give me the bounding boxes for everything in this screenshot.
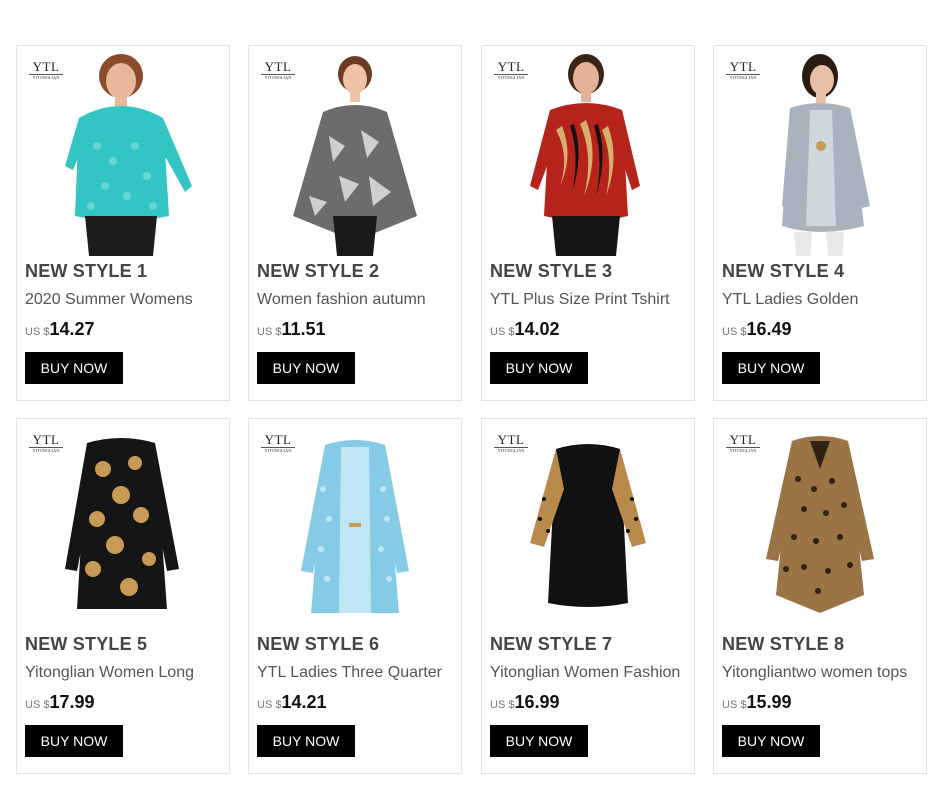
brand-logo: YTL YITONGLIAN [29, 60, 63, 80]
price-amount: 16.49 [746, 319, 792, 339]
buy-now-button[interactable]: BUY NOW [257, 725, 355, 757]
brand-logo: YTL YITONGLIAN [494, 433, 528, 453]
product-description[interactable]: YTL Plus Size Print Tshirt [490, 291, 694, 309]
brand-logo: YTL YITONGLIAN [726, 60, 760, 80]
product-price: US $14.21 [257, 692, 327, 713]
product-card[interactable]: YTL YITONGLIAN NEW STYLE 4 YTL Ladies Go… [713, 45, 927, 401]
product-price: US $14.27 [25, 319, 95, 340]
price-amount: 16.99 [514, 692, 560, 712]
product-description[interactable]: 2020 Summer Womens [25, 291, 229, 309]
brand-name: YTL [494, 60, 528, 75]
product-title[interactable]: NEW STYLE 8 [722, 634, 844, 655]
product-card[interactable]: YTL YITONGLIAN NEW STYLE 2 Women fashion… [248, 45, 462, 401]
brand-logo: YTL YITONGLIAN [29, 433, 63, 453]
product-title[interactable]: NEW STYLE 1 [25, 261, 147, 282]
price-amount: 15.99 [746, 692, 792, 712]
price-amount: 14.02 [514, 319, 560, 339]
currency-label: US $ [25, 326, 50, 338]
product-title[interactable]: NEW STYLE 4 [722, 261, 844, 282]
product-image[interactable]: YTL YITONGLIAN [482, 46, 694, 256]
product-title[interactable]: NEW STYLE 7 [490, 634, 612, 655]
product-title[interactable]: NEW STYLE 3 [490, 261, 612, 282]
product-card[interactable]: YTL YITONGLIAN NEW STYLE 8 Yitongliantwo… [713, 418, 927, 774]
currency-label: US $ [722, 326, 747, 338]
product-image[interactable]: YTL YITONGLIAN [249, 46, 461, 256]
buy-now-button[interactable]: BUY NOW [490, 352, 588, 384]
product-price: US $14.02 [490, 319, 560, 340]
product-description[interactable]: Yitonglian Women Fashion [490, 664, 694, 682]
product-image[interactable]: YTL YITONGLIAN [482, 419, 694, 629]
product-description[interactable]: Yitongliantwo women tops [722, 664, 926, 682]
brand-logo: YTL YITONGLIAN [494, 60, 528, 80]
brand-logo: YTL YITONGLIAN [261, 60, 295, 80]
buy-now-button[interactable]: BUY NOW [722, 352, 820, 384]
product-price: US $17.99 [25, 692, 95, 713]
product-card[interactable]: YTL YITONGLIAN NEW STYLE 1 2020 Summer W… [16, 45, 230, 401]
product-description[interactable]: YTL Ladies Three Quarter [257, 664, 461, 682]
product-title[interactable]: NEW STYLE 2 [257, 261, 379, 282]
price-amount: 17.99 [49, 692, 95, 712]
currency-label: US $ [722, 699, 747, 711]
brand-subtitle: YITONGLIAN [32, 448, 60, 453]
currency-label: US $ [490, 699, 515, 711]
product-price: US $16.49 [722, 319, 792, 340]
product-image[interactable]: YTL YITONGLIAN [714, 419, 926, 629]
brand-subtitle: YITONGLIAN [729, 75, 757, 80]
buy-now-button[interactable]: BUY NOW [722, 725, 820, 757]
buy-now-button[interactable]: BUY NOW [25, 725, 123, 757]
buy-now-button[interactable]: BUY NOW [25, 352, 123, 384]
brand-subtitle: YITONGLIAN [497, 448, 525, 453]
product-title[interactable]: NEW STYLE 6 [257, 634, 379, 655]
product-card[interactable]: YTL YITONGLIAN NEW STYLE 7 Yitonglian Wo… [481, 418, 695, 774]
brand-name: YTL [29, 433, 63, 448]
product-price: US $15.99 [722, 692, 792, 713]
brand-subtitle: YITONGLIAN [497, 75, 525, 80]
brand-subtitle: YITONGLIAN [32, 75, 60, 80]
brand-logo: YTL YITONGLIAN [261, 433, 295, 453]
brand-name: YTL [726, 60, 760, 75]
brand-name: YTL [494, 433, 528, 448]
product-image[interactable]: YTL YITONGLIAN [17, 46, 229, 256]
brand-name: YTL [726, 433, 760, 448]
product-image[interactable]: YTL YITONGLIAN [17, 419, 229, 629]
brand-name: YTL [261, 433, 295, 448]
brand-name: YTL [29, 60, 63, 75]
currency-label: US $ [257, 326, 282, 338]
currency-label: US $ [257, 699, 282, 711]
product-title[interactable]: NEW STYLE 5 [25, 634, 147, 655]
product-card[interactable]: YTL YITONGLIAN NEW STYLE 3 YTL Plus Size… [481, 45, 695, 401]
brand-name: YTL [261, 60, 295, 75]
product-description[interactable]: Yitonglian Women Long [25, 664, 229, 682]
brand-logo: YTL YITONGLIAN [726, 433, 760, 453]
price-amount: 14.21 [281, 692, 327, 712]
buy-now-button[interactable]: BUY NOW [257, 352, 355, 384]
product-price: US $16.99 [490, 692, 560, 713]
brand-subtitle: YITONGLIAN [264, 448, 292, 453]
price-amount: 11.51 [281, 319, 326, 339]
product-image[interactable]: YTL YITONGLIAN [714, 46, 926, 256]
product-card[interactable]: YTL YITONGLIAN NEW STYLE 5 Yitonglian Wo… [16, 418, 230, 774]
price-amount: 14.27 [49, 319, 95, 339]
brand-subtitle: YITONGLIAN [264, 75, 292, 80]
product-description[interactable]: YTL Ladies Golden [722, 291, 926, 309]
buy-now-button[interactable]: BUY NOW [490, 725, 588, 757]
currency-label: US $ [25, 699, 50, 711]
product-description[interactable]: Women fashion autumn [257, 291, 461, 309]
product-price: US $11.51 [257, 319, 326, 340]
currency-label: US $ [490, 326, 515, 338]
product-image[interactable]: YTL YITONGLIAN [249, 419, 461, 629]
brand-subtitle: YITONGLIAN [729, 448, 757, 453]
product-card[interactable]: YTL YITONGLIAN NEW STYLE 6 YTL Ladies Th… [248, 418, 462, 774]
